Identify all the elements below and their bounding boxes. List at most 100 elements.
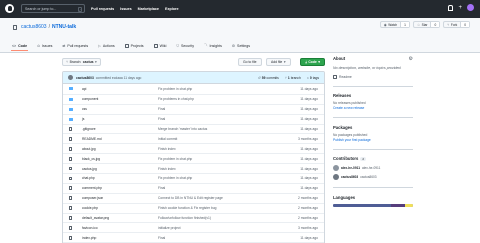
- file-commit-message[interactable]: Initial commit: [158, 137, 177, 141]
- file-name-link[interactable]: cactus.jpg: [82, 167, 97, 171]
- file-commit-message[interactable]: Merge branch 'master' into cactus: [158, 127, 207, 131]
- file-name-link[interactable]: chat.php: [82, 176, 95, 180]
- tab-wiki[interactable]: Wiki: [153, 40, 166, 51]
- file-row[interactable]: composer.json Connect to DB in NTNU & Edi…: [63, 192, 324, 203]
- file-name-link[interactable]: default_avatar.png: [82, 216, 109, 220]
- watch-button[interactable]: ◉ Watch 1: [379, 21, 410, 28]
- tab-settings[interactable]: ⚙ Settings: [232, 40, 250, 51]
- tab-pull-requests[interactable]: ⇄ Pull requests: [62, 40, 88, 51]
- commit-author-avatar[interactable]: [68, 75, 73, 80]
- file-row[interactable]: black_cs.jpg Fix problem in chat.php 11 da…: [63, 153, 324, 163]
- tab-code[interactable]: <> Code: [10, 40, 29, 51]
- branches-link[interactable]: ⑂ 1 branch: [285, 76, 301, 80]
- star-button[interactable]: ☆ Star 0: [412, 21, 441, 28]
- commits-link[interactable]: ↺ 59 commits: [258, 76, 279, 80]
- github-logo-icon[interactable]: [5, 4, 14, 13]
- file-row[interactable]: cactus.jpg Finish index 11 days ago: [63, 163, 324, 173]
- fork-count[interactable]: 0: [460, 22, 469, 27]
- fork-button[interactable]: ⑂ Fork 0: [443, 21, 470, 28]
- contributor-item[interactable]: cactus8603 cactus8603: [333, 174, 413, 181]
- file-commit-message[interactable]: Fix problem in chat.php: [158, 87, 192, 91]
- file-commit-message[interactable]: Finish cookie function & Fix register bu…: [158, 206, 216, 210]
- file-commit-message[interactable]: Fix problems in chat.php: [158, 97, 194, 101]
- search-input[interactable]: [22, 5, 76, 13]
- tab-issues[interactable]: ⊙ Issues: [37, 40, 52, 51]
- file-row[interactable]: cookie.php Finish cookie function & Fix r…: [63, 202, 324, 213]
- file-commit-message[interactable]: Finish index: [158, 167, 176, 171]
- tab-actions[interactable]: ▷ Actions: [98, 40, 115, 51]
- file-row[interactable]: index.php Final 11 days ago: [63, 232, 324, 242]
- file-commit-message[interactable]: Final: [158, 186, 165, 190]
- gear-icon[interactable]: ⚙: [409, 56, 413, 62]
- nav-issues[interactable]: Issues: [120, 7, 131, 11]
- file-commit-message[interactable]: Follow/unfollow function finished(v1): [158, 216, 211, 220]
- file-row[interactable]: default_avatar.png Follow/unfollow functi…: [63, 212, 324, 223]
- file-icon: [69, 226, 72, 230]
- file-row[interactable]: comment.php Final 11 days ago: [63, 182, 324, 193]
- packages-none: No packages published: [333, 132, 368, 137]
- divider: [333, 117, 413, 118]
- go-to-file-button[interactable]: Go to file: [238, 58, 262, 66]
- file-icon: [69, 216, 72, 220]
- file-name-link[interactable]: comment.php: [82, 186, 102, 190]
- packages-heading[interactable]: Packages: [333, 125, 413, 130]
- file-row[interactable]: about.jpg Finish index 11 days ago: [63, 143, 324, 153]
- watch-count[interactable]: 1: [400, 22, 409, 27]
- file-commit-message[interactable]: Fix problem in chat.php: [158, 176, 192, 180]
- file-name-link[interactable]: css: [82, 107, 87, 111]
- repo-name-link[interactable]: NTNU-talk: [52, 24, 76, 30]
- file-name-link[interactable]: favicon.ico: [82, 226, 98, 230]
- file-name-link[interactable]: black_cs.jpg: [82, 157, 100, 161]
- file-commit-message[interactable]: initialize project: [158, 226, 181, 230]
- file-name-link[interactable]: .gitignore: [82, 127, 96, 131]
- tab-projects[interactable]: Projects: [124, 40, 144, 51]
- file-name-link[interactable]: component: [82, 97, 98, 101]
- file-name-link[interactable]: README.md: [82, 137, 102, 141]
- file-commit-message[interactable]: Fix problem in chat.php: [158, 157, 192, 161]
- star-count[interactable]: 0: [430, 22, 440, 27]
- tab-security[interactable]: ⛉ Security: [176, 40, 194, 51]
- branch-selector[interactable]: ⑂ Branch: cactus ▾: [62, 58, 101, 66]
- nav-explore[interactable]: Explore: [165, 7, 179, 11]
- releases-heading[interactable]: Releases: [333, 93, 413, 98]
- contributors-heading[interactable]: Contributors 2: [333, 156, 413, 162]
- tab-insights[interactable]: 〽 Insights: [204, 40, 222, 51]
- file-name-link[interactable]: js: [82, 117, 84, 121]
- user-avatar[interactable]: [467, 4, 474, 11]
- notifications-bell-icon[interactable]: [448, 4, 454, 11]
- file-commit-message[interactable]: Finish index: [158, 147, 176, 151]
- file-row[interactable]: chat.php Fix problem in chat.php 11 days a…: [63, 173, 324, 183]
- publish-package-link[interactable]: Publish your first package: [333, 138, 413, 142]
- create-new-plus-icon[interactable]: +: [458, 5, 462, 11]
- search-box[interactable]: /: [21, 4, 85, 13]
- file-row[interactable]: api Fix problem in chat.php 11 days ago: [63, 84, 324, 94]
- language-bar-php: [333, 203, 391, 207]
- code-button[interactable]: ⤓ Code ▾: [300, 58, 325, 66]
- contributor-item[interactable]: alex-he-0911 alex-he-0911: [333, 164, 413, 171]
- file-row[interactable]: css Final 11 days ago: [63, 103, 324, 114]
- file-commit-message[interactable]: Final: [158, 236, 165, 240]
- repo-owner-link[interactable]: cactus8603: [21, 24, 47, 30]
- file-row[interactable]: README.md Initial commit 3 months ago: [63, 133, 324, 143]
- tags-link[interactable]: ⌂ 0 tags: [307, 76, 319, 80]
- file-name-link[interactable]: about.jpg: [82, 147, 96, 151]
- nav-marketplace[interactable]: Marketplace: [138, 7, 159, 11]
- file-row[interactable]: .gitignore Merge branch 'master' into cac…: [63, 123, 324, 134]
- file-name-link[interactable]: composer.json: [82, 196, 103, 200]
- file-name-link[interactable]: api: [82, 87, 86, 91]
- file-name-link[interactable]: cookie.php: [82, 206, 98, 210]
- readme-link[interactable]: Readme: [333, 74, 413, 79]
- file-name-link[interactable]: index.php: [82, 236, 96, 240]
- language-bar: [333, 203, 413, 207]
- file-commit-message[interactable]: Connect to DB in NTNU & Edit register pa…: [158, 196, 223, 200]
- file-row[interactable]: js Final 11 days ago: [63, 113, 324, 124]
- contributor-name: cactus8603: [360, 175, 377, 180]
- file-row[interactable]: component Fix problems in chat.php 11 days…: [63, 93, 324, 104]
- file-commit-message[interactable]: Final: [158, 117, 165, 121]
- nav-pull-requests[interactable]: Pull requests: [91, 7, 114, 11]
- file-row[interactable]: favicon.ico initialize project 3 months ag…: [63, 222, 324, 232]
- commit-author[interactable]: cactus8603: [76, 76, 94, 80]
- file-commit-message[interactable]: Final: [158, 107, 165, 111]
- add-file-button[interactable]: Add file ▾: [266, 58, 291, 66]
- create-release-link[interactable]: Create a new release: [333, 106, 413, 110]
